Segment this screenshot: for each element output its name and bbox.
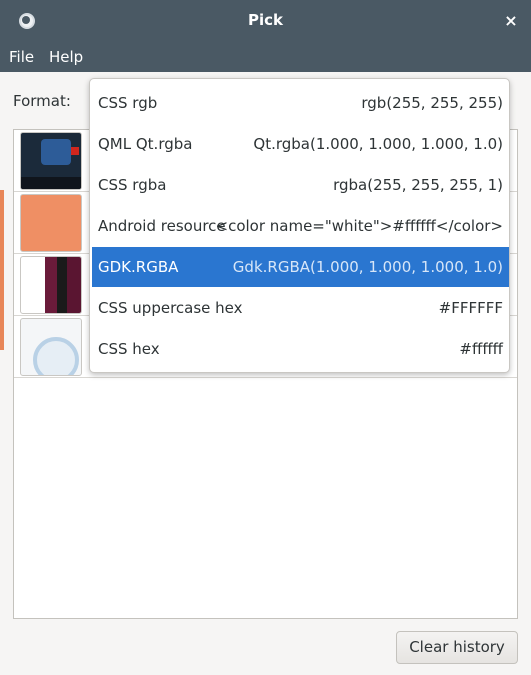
title-bar: Pick ×	[0, 0, 531, 42]
dark-stripes-thumbnail	[20, 256, 82, 314]
format-option-android-resource[interactable]: Android resource <color name="white">#ff…	[92, 206, 509, 246]
format-option-css-rgb[interactable]: CSS rgb rgb(255, 255, 255)	[92, 83, 509, 123]
option-value: <color name="white">#ffffff</color>	[215, 217, 504, 235]
format-option-css-rgba[interactable]: CSS rgba rgba(255, 255, 255, 1)	[92, 165, 509, 205]
option-name: CSS hex	[98, 340, 160, 358]
option-name: CSS rgb	[98, 94, 158, 112]
menu-file[interactable]: File	[9, 48, 34, 66]
option-name: CSS rgba	[98, 176, 167, 194]
option-name: QML Qt.rgba	[98, 135, 193, 153]
background-window-edge	[0, 190, 4, 350]
format-option-qml-qt-rgba[interactable]: QML Qt.rgba Qt.rgba(1.000, 1.000, 1.000,…	[92, 124, 509, 164]
orange-swatch-thumbnail	[20, 194, 82, 252]
format-dropdown-popover: CSS rgb rgb(255, 255, 255) QML Qt.rgba Q…	[89, 78, 510, 373]
menu-help[interactable]: Help	[49, 48, 83, 66]
format-option-css-hex[interactable]: CSS hex #ffffff	[92, 329, 509, 369]
option-name: Android resource	[98, 217, 226, 235]
video-screenshot-thumbnail	[20, 132, 82, 190]
menu-bar: File Help	[0, 42, 531, 72]
close-button[interactable]: ×	[499, 9, 523, 33]
magnifier-thumbnail	[20, 318, 82, 376]
clear-history-button[interactable]: Clear history	[396, 631, 518, 664]
option-value: Qt.rgba(1.000, 1.000, 1.000, 1.0)	[253, 135, 503, 153]
option-value: #ffffff	[459, 340, 503, 358]
format-option-css-uppercase-hex[interactable]: CSS uppercase hex #FFFFFF	[92, 288, 509, 328]
window-title: Pick	[247, 11, 283, 29]
option-value: Gdk.RGBA(1.000, 1.000, 1.000, 1.0)	[232, 258, 503, 276]
option-name: CSS uppercase hex	[98, 299, 243, 317]
option-name: GDK.RGBA	[98, 258, 179, 276]
format-label: Format:	[13, 92, 71, 110]
option-value: rgba(255, 255, 255, 1)	[333, 176, 503, 194]
option-value: #FFFFFF	[438, 299, 503, 317]
format-option-gdk-rgba[interactable]: GDK.RGBA Gdk.RGBA(1.000, 1.000, 1.000, 1…	[92, 247, 509, 287]
option-value: rgb(255, 255, 255)	[361, 94, 503, 112]
